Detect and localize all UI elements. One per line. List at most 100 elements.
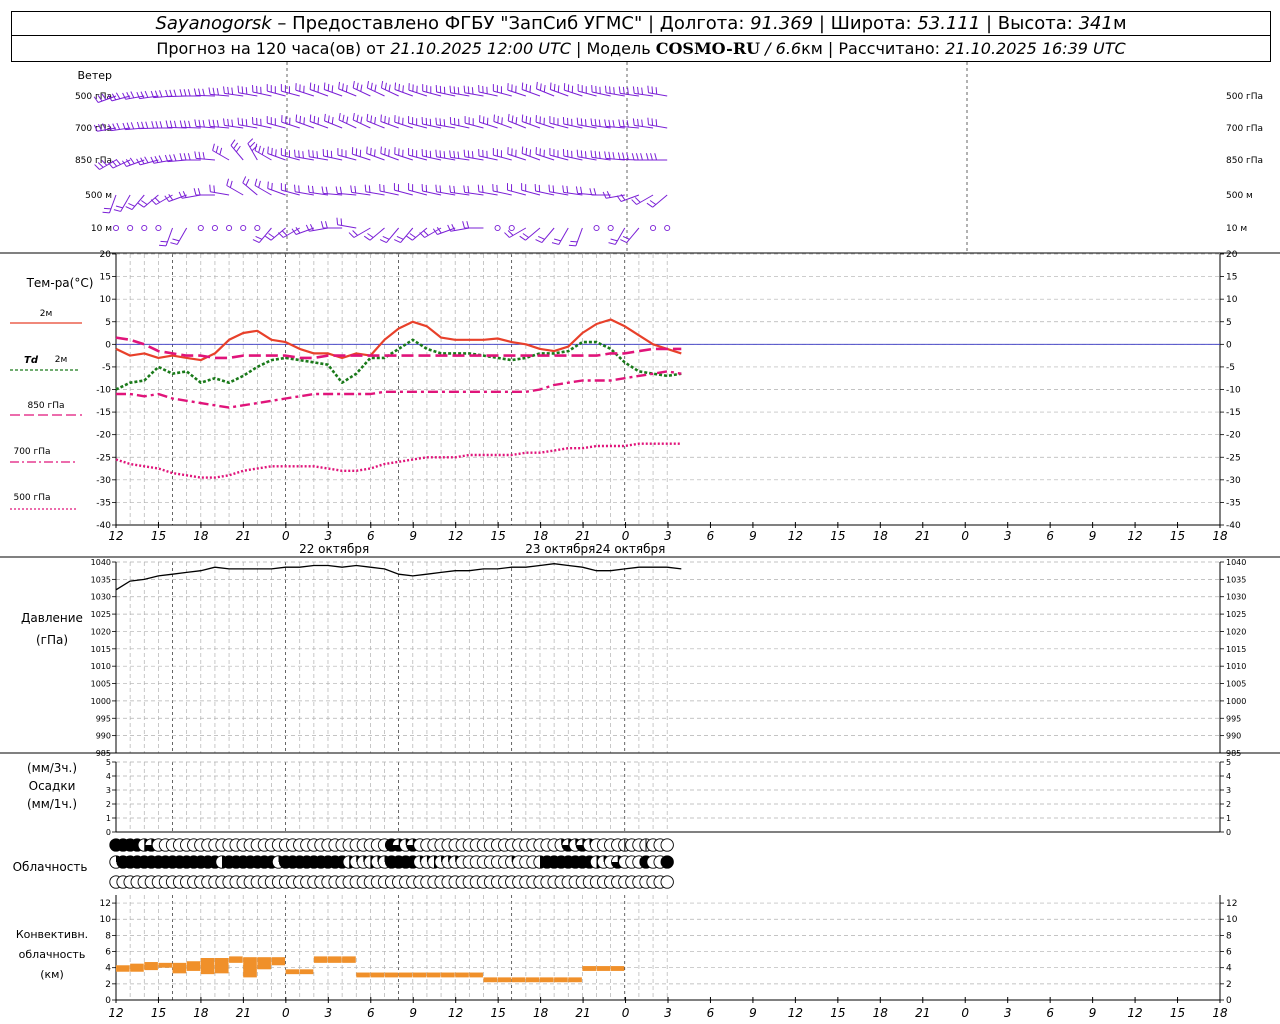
temp-xtick-label: 3 (1004, 529, 1012, 543)
conv-xtick-label: 12 (1127, 1006, 1142, 1020)
wind-barb-flag (356, 114, 359, 122)
conv-ytick-label: 4 (105, 964, 111, 974)
conv-cloud-bar (511, 977, 526, 983)
conv-xtick-label: 12 (788, 1006, 803, 1020)
wind-barb-flag (298, 185, 300, 193)
wind-barb-flag (249, 141, 256, 148)
wind-barb-flag (453, 185, 456, 193)
wind-barb-flag (247, 138, 254, 144)
temp-ytick-label: -30 (1226, 476, 1241, 486)
temp-ytick-label: -20 (96, 431, 111, 441)
wind-barb-shaft (143, 194, 159, 208)
wind-barb-flag (622, 235, 630, 240)
wind-barb-flag (613, 87, 615, 95)
pressure-ytick-label: 1040 (1226, 558, 1246, 567)
wind-barb-flag (608, 151, 611, 159)
wind-level-label-left: 10 м (91, 224, 112, 234)
wind-barb-flag (521, 82, 524, 90)
wind-barb-flag (183, 153, 187, 161)
wind-barb-flag (241, 86, 244, 94)
temp-xtick-label: 18 (533, 529, 549, 543)
wind-barb-flag (384, 82, 387, 90)
wind-barb-flag (538, 235, 545, 240)
wind-barb-shaft (270, 227, 286, 241)
wind-barb-flag (394, 239, 401, 244)
wind-barb-flag (198, 119, 201, 127)
wind-barb-flag (553, 83, 556, 91)
wind-barb-flag (212, 143, 215, 151)
wind-barb-flag (463, 185, 466, 193)
wind-barb-flag (380, 146, 382, 154)
wind-barb-flag (631, 199, 637, 205)
wind-barb-flag (521, 146, 524, 154)
calm-circle (112, 224, 120, 232)
wind-barb-shaft (558, 227, 569, 245)
wind-barb-flag (598, 119, 601, 127)
wind-barb-flag (562, 185, 565, 193)
temp-ytick-label: 20 (100, 250, 112, 260)
wind-barb-flag (612, 120, 615, 128)
temp-ytick-label: -35 (96, 498, 111, 508)
wind-barb-flag (481, 185, 484, 193)
wind-barb-flag (608, 119, 611, 127)
conv-cloud-bar (285, 969, 300, 975)
wind-barb-flag (616, 195, 622, 202)
wind-barb-flag (115, 92, 121, 100)
wind-barb-flag (522, 233, 529, 238)
wind-barb-flag (150, 199, 157, 205)
wind-barb-flag (188, 120, 191, 128)
wind-barb-flag (647, 85, 649, 93)
wind-barb-flag (593, 188, 597, 196)
wind-barb-flag (194, 151, 197, 159)
wind-barb-flag (435, 117, 437, 125)
wind-barb-shaft (338, 88, 357, 97)
conv-cloud-bar (271, 957, 286, 966)
conv-cloud-bar (313, 956, 328, 963)
wind-barb-flag (130, 122, 135, 130)
wind-barb-flag (525, 147, 528, 155)
conv-cloud-bar (257, 957, 271, 970)
wind-barb-flag (140, 91, 145, 99)
wind-barb-flag (223, 86, 225, 94)
conv-cloud-bar (130, 963, 144, 972)
wind-level-label-right: 850 гПа (1226, 156, 1263, 166)
conv-cloud-bar (554, 977, 568, 983)
wind-barb-flag (435, 149, 437, 157)
temp-xtick-label: 15 (151, 529, 166, 543)
wind-barb-flag (364, 184, 367, 192)
wind-barb-flag (501, 117, 503, 125)
calm-circle (226, 224, 233, 232)
conv-cloud-bar (116, 965, 130, 972)
wind-barb-flag (457, 87, 460, 95)
wind-level-label-right: 500 м (1226, 191, 1253, 201)
conv-cloud-bar (568, 977, 582, 983)
wind-barb-flag (637, 118, 639, 126)
pressure-ytick-label: 995 (96, 714, 111, 723)
pressure-ytick-label: 1005 (91, 680, 111, 689)
wind-barb-flag (467, 150, 470, 158)
wind-barb-flag (346, 116, 349, 124)
temp-xtick-label: 0 (622, 529, 630, 543)
conv-xtick-label: 0 (282, 1006, 290, 1020)
wind-barb-shaft (309, 89, 329, 97)
wind-barb-flag (552, 185, 555, 193)
temp-ytick-label: 15 (100, 273, 111, 283)
pressure-ytick-label: 1030 (1226, 593, 1246, 602)
conv-cloud-bar (596, 966, 611, 971)
conv-xtick-label: 21 (236, 1006, 251, 1020)
temp-ytick-label: 5 (1226, 318, 1232, 328)
temp-ytick-label: -40 (1226, 521, 1241, 531)
precip-ytick-label: 4 (1226, 772, 1231, 781)
wind-barb-flag (354, 185, 357, 193)
wind-barb-shaft (636, 194, 654, 205)
wind-barb-flag (382, 235, 390, 240)
wind-barb-shaft (652, 194, 668, 208)
precip-unit-3h: (мм/3ч.) (27, 761, 77, 775)
temp-xtick-label: 18 (1212, 529, 1228, 543)
wind-barb-flag (342, 114, 345, 122)
wind-barb-flag (317, 85, 320, 93)
wind-barb-flag (130, 91, 135, 99)
wind-barb-flag (641, 87, 644, 95)
wind-barb-flag (384, 147, 386, 155)
conv-xtick-label: 9 (409, 1006, 417, 1020)
